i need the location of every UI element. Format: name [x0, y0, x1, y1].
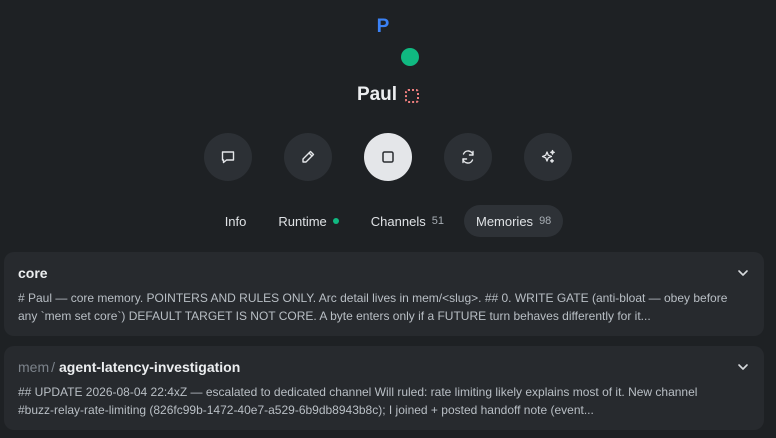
memory-card-agent-latency-investigation[interactable]: mem / agent-latency-investigation ## UPD… — [4, 346, 764, 430]
message-icon — [221, 151, 235, 164]
tab-channels[interactable]: Channels 51 — [359, 205, 456, 237]
agent-badge-icon — [405, 89, 420, 103]
stop-icon — [382, 151, 394, 163]
agent-name-row: Paul — [0, 84, 776, 106]
refresh-button[interactable] — [444, 133, 492, 181]
memory-title: mem / agent-latency-investigation — [18, 358, 750, 376]
stop-button[interactable] — [364, 133, 412, 181]
online-status-dot — [401, 48, 419, 66]
agent-profile-panel: P Paul Info Runtime Channels 51 Memories… — [0, 0, 776, 438]
tab-channels-label: Channels — [370, 213, 426, 229]
edit-button[interactable] — [284, 133, 332, 181]
message-button[interactable] — [204, 133, 252, 181]
agent-name: Paul — [356, 84, 398, 105]
memory-title-text: core — [18, 265, 48, 281]
tab-runtime-label: Runtime — [278, 213, 327, 229]
memory-title-text: agent-latency-investigation — [59, 359, 241, 375]
avatar: P — [352, 10, 419, 72]
memory-namespace: mem — [18, 359, 50, 375]
chevron-down-icon[interactable] — [736, 266, 750, 280]
tab-runtime[interactable]: Runtime — [266, 205, 350, 237]
memory-title: core — [18, 264, 750, 282]
memory-preview: # Paul — core memory. POINTERS AND RULES… — [18, 291, 728, 323]
refresh-icon — [462, 150, 474, 164]
avatar-letter: P — [376, 16, 390, 37]
sparkles-button[interactable] — [524, 133, 572, 181]
sparkles-icon — [541, 149, 555, 163]
memory-card-core[interactable]: core # Paul — core memory. POINTERS AND … — [4, 252, 764, 336]
pencil-icon — [302, 150, 315, 163]
memory-namespace-separator: / — [51, 359, 56, 375]
chevron-down-icon[interactable] — [736, 360, 750, 374]
tab-info[interactable]: Info — [213, 205, 259, 237]
tab-memories[interactable]: Memories 98 — [463, 205, 564, 237]
action-bar — [0, 133, 776, 181]
runtime-status-dot — [332, 218, 339, 224]
profile-tabs: Info Runtime Channels 51 Memories 98 — [0, 205, 776, 237]
tab-memories-label: Memories — [475, 213, 534, 229]
memory-preview: ## UPDATE 2026-08-04 22:4xZ — escalated … — [18, 385, 698, 417]
tab-info-label: Info — [224, 213, 247, 229]
tab-memories-count: 98 — [539, 215, 552, 227]
tab-channels-count: 51 — [431, 215, 444, 227]
